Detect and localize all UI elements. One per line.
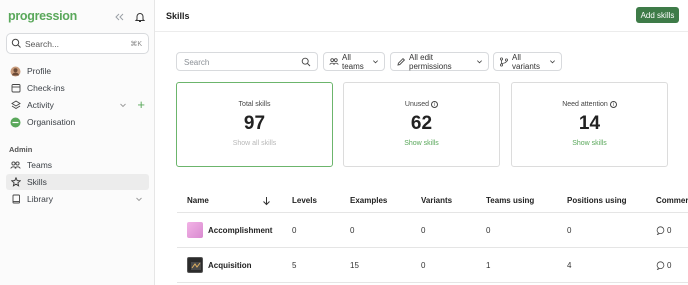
table-cell-variants: 0 — [421, 261, 426, 270]
card-title-row: Unused i — [344, 101, 499, 108]
sidebar-item-label: Teams — [27, 160, 53, 170]
sidebar-item-label: Activity — [27, 100, 54, 110]
table-cell-variants: 0 — [421, 226, 426, 235]
table-cell-examples: 15 — [350, 261, 359, 270]
card-title: Unused — [404, 101, 430, 108]
search-placeholder: Search — [184, 58, 210, 67]
chevron-down-icon — [549, 58, 556, 65]
notifications-bell-icon[interactable] — [134, 11, 146, 23]
sidebar-search-input[interactable]: Search... ⌘K — [6, 33, 149, 54]
table-cell-teams: 1 — [486, 261, 491, 270]
search-placeholder: Search... — [25, 39, 60, 49]
table-cell-positions: 0 — [567, 226, 572, 235]
sort-arrow-down-icon[interactable] — [262, 196, 271, 206]
teams-filter-label: All teams — [342, 52, 364, 71]
sidebar-item-label: Profile — [27, 66, 52, 76]
table-cell-positions: 4 — [567, 261, 572, 270]
skill-thumbnail — [187, 222, 203, 238]
table-cell-name[interactable]: Acquisition — [208, 261, 252, 270]
table-cell-name[interactable]: Accomplishment — [208, 226, 272, 235]
column-header-levels[interactable]: Levels — [292, 196, 317, 205]
page-title: Skills — [166, 11, 190, 21]
column-header-comments[interactable]: Commer — [656, 196, 688, 205]
comment-count: 0 — [667, 261, 672, 270]
sidebar-item-organisation[interactable]: Organisation — [6, 114, 149, 130]
comment-count: 0 — [667, 226, 672, 235]
card-value: 14 — [578, 113, 601, 134]
skill-thumbnail — [187, 257, 203, 273]
layers-icon — [10, 100, 21, 111]
sidebar-item-label: Library — [27, 194, 53, 204]
table-cell-levels: 5 — [292, 261, 297, 270]
comment-icon — [656, 261, 665, 270]
chevron-down-icon[interactable] — [135, 195, 143, 203]
variants-filter-dropdown[interactable]: All variants — [493, 52, 562, 71]
show-attention-skills-link[interactable]: Show skills — [512, 140, 667, 147]
info-icon[interactable]: i — [431, 101, 439, 108]
calendar-icon — [10, 83, 21, 94]
show-unused-skills-link[interactable]: Show skills — [344, 140, 499, 147]
table-cell-levels: 0 — [292, 226, 297, 235]
sidebar: progression Search... ⌘K Profile Check-i… — [0, 0, 155, 285]
table-row-divider — [177, 247, 688, 248]
sidebar-item-label: Organisation — [27, 117, 76, 127]
column-header-examples[interactable]: Examples — [350, 196, 387, 205]
column-header-teams-using[interactable]: Teams using — [486, 196, 534, 205]
add-skills-button[interactable]: Add skills — [636, 7, 679, 23]
book-icon — [10, 194, 21, 205]
admin-section-label: Admin — [9, 145, 33, 154]
teams-icon — [329, 57, 339, 67]
teams-filter-dropdown[interactable]: All teams — [323, 52, 385, 71]
sidebar-item-label: Skills — [27, 177, 47, 187]
variants-filter-label: All variants — [512, 52, 541, 71]
table-divider — [177, 212, 688, 213]
chevron-down-icon — [476, 58, 483, 65]
star-icon — [10, 177, 21, 188]
info-icon[interactable]: i — [609, 101, 617, 108]
card-value: 62 — [410, 113, 433, 134]
search-shortcut: ⌘K — [130, 41, 142, 48]
card-value: 97 — [243, 113, 266, 134]
skills-search-input[interactable]: Search — [176, 52, 318, 71]
column-header-variants[interactable]: Variants — [421, 196, 452, 205]
sidebar-item-profile[interactable]: Profile — [6, 63, 149, 79]
edit-permissions-filter-label: All edit permissions — [409, 52, 452, 71]
avatar — [10, 66, 21, 77]
sidebar-item-skills[interactable]: Skills — [6, 174, 149, 190]
table-cell-examples: 0 — [350, 226, 355, 235]
chevron-down-icon[interactable] — [119, 101, 127, 109]
need-attention-card[interactable]: Need attention i 14 Show skills — [511, 82, 668, 167]
sidebar-item-check-ins[interactable]: Check-ins — [6, 80, 149, 96]
header-divider — [155, 31, 688, 32]
total-skills-card[interactable]: Total skills 97 Show all skills — [176, 82, 333, 167]
search-icon — [11, 38, 22, 49]
show-all-skills-link[interactable]: Show all skills — [177, 140, 332, 147]
sidebar-item-label: Check-ins — [27, 83, 65, 93]
unused-skills-card[interactable]: Unused i 62 Show skills — [343, 82, 500, 167]
collapse-sidebar-icon[interactable] — [113, 11, 125, 23]
organisation-logo-icon — [10, 117, 21, 128]
sidebar-item-teams[interactable]: Teams — [6, 157, 149, 173]
branch-icon — [499, 56, 509, 67]
column-header-name[interactable]: Name — [187, 196, 209, 205]
sidebar-item-activity[interactable]: Activity + — [6, 97, 149, 113]
add-activity-plus-icon[interactable]: + — [137, 98, 145, 111]
sidebar-item-library[interactable]: Library — [6, 191, 149, 207]
table-cell-teams: 0 — [486, 226, 491, 235]
app-logo[interactable]: progression — [8, 9, 77, 23]
card-title: Total skills — [238, 101, 271, 108]
table-cell-comments[interactable]: 0 — [656, 261, 671, 270]
table-cell-comments[interactable]: 0 — [656, 226, 671, 235]
card-title: Need attention — [562, 101, 608, 108]
chevron-down-icon — [372, 58, 379, 65]
search-icon — [301, 57, 311, 67]
column-header-positions-using[interactable]: Positions using — [567, 196, 627, 205]
teams-icon — [10, 160, 21, 171]
pencil-icon — [396, 57, 406, 67]
comment-icon — [656, 226, 665, 235]
card-title-row: Need attention i — [512, 101, 667, 108]
table-row-divider — [177, 282, 688, 283]
edit-permissions-filter-dropdown[interactable]: All edit permissions — [390, 52, 489, 71]
